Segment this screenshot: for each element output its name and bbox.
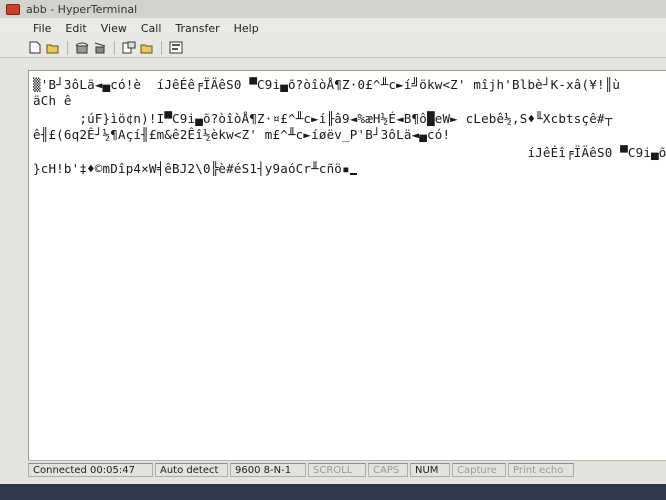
- menu-bar: File Edit View Call Transfer Help: [0, 18, 666, 38]
- status-bar: Connected 00:05:47 Auto detect 9600 8-N-…: [28, 460, 666, 478]
- title-bar: abb - HyperTerminal: [0, 0, 666, 18]
- terminal-line: ;úF}ìö¢n)!I▀C9i▄õ?òîòÅ¶Z·¤£^╨c►í╟â9◄%æH½…: [33, 111, 613, 126]
- toolbar-separator: [161, 40, 162, 55]
- menu-help[interactable]: Help: [227, 22, 266, 35]
- num-lock-indicator: NUM: [410, 462, 450, 477]
- menu-view[interactable]: View: [94, 22, 134, 35]
- connection-status: Connected 00:05:47: [28, 462, 153, 477]
- toolbar-separator: [114, 40, 115, 55]
- toolbar-separator: [67, 40, 68, 55]
- terminal-line: äCh ê: [33, 93, 72, 108]
- menu-call[interactable]: Call: [134, 22, 169, 35]
- terminal-line-text: }cH!b'‡♦©mDîp4×W╡êBJ2\0╠è#éS1┤y9aóCr╨cñö…: [33, 161, 350, 176]
- open-icon[interactable]: [46, 41, 60, 55]
- hyperterminal-app-icon: [6, 3, 20, 15]
- phone-icon[interactable]: [75, 41, 89, 55]
- terminal-line: íJêÉî╒ÏÄêS0 ▀C9i▄õ?: [33, 145, 666, 160]
- new-icon[interactable]: [28, 41, 42, 55]
- hyperterminal-window: abb - HyperTerminal File Edit View Call …: [0, 0, 666, 484]
- window-title: abb - HyperTerminal: [26, 2, 138, 16]
- text-cursor: [349, 173, 357, 175]
- menu-transfer[interactable]: Transfer: [168, 22, 226, 35]
- receive-icon[interactable]: [140, 41, 154, 55]
- port-settings-status: 9600 8-N-1: [230, 462, 306, 477]
- scroll-lock-indicator: SCROLL: [308, 462, 366, 477]
- menu-file[interactable]: File: [26, 22, 58, 35]
- toolbar: [0, 38, 666, 58]
- capture-indicator: Capture: [452, 462, 506, 477]
- caps-lock-indicator: CAPS: [368, 462, 408, 477]
- send-icon[interactable]: [122, 41, 136, 55]
- hangup-icon[interactable]: [93, 41, 107, 55]
- properties-icon[interactable]: [169, 41, 183, 55]
- menu-edit[interactable]: Edit: [58, 22, 93, 35]
- terminal-line: }cH!b'‡♦©mDîp4×W╡êBJ2\0╠è#éS1┤y9aóCr╨cñö…: [33, 161, 357, 176]
- terminal-line: ▒'B┘3ôLä◄▄có!è íJêÉê╒ÏÄêS0 ▀C9i▄õ?òîòÅ¶Z…: [33, 77, 621, 92]
- terminal-detect-status: Auto detect: [155, 462, 228, 477]
- terminal-screen[interactable]: ▒'B┘3ôLä◄▄có!è íJêÉê╒ÏÄêS0 ▀C9i▄õ?òîòÅ¶Z…: [28, 70, 666, 460]
- print-echo-indicator: Print echo: [508, 462, 574, 477]
- terminal-line: ê╢£(6q2Ê┘½¶Açí╢£m&ê2Êî½èkw<Z' m£^╨c►íøëv…: [33, 127, 451, 142]
